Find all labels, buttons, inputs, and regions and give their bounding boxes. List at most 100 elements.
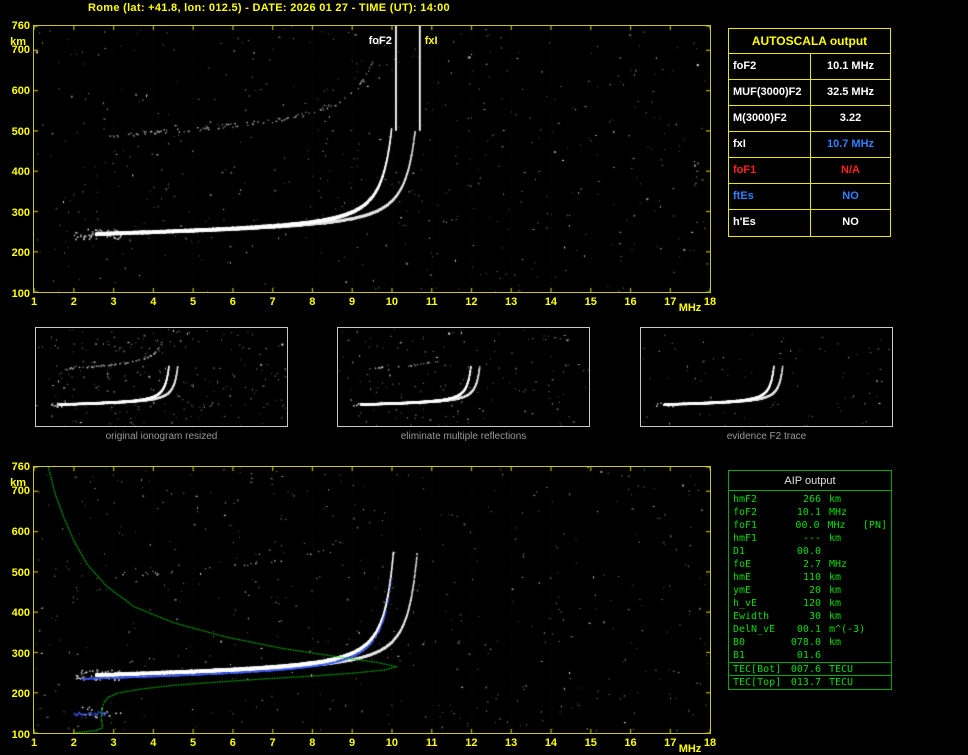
x-tick-label: 12 [465,737,478,749]
autoscala-row-value: 32.5 MHz [826,86,875,98]
aip-row-value: 078.0 [790,637,821,648]
x-tick-label: 11 [425,296,438,308]
x-tick-label: 14 [544,737,558,749]
y-tick-label: 400 [11,607,30,620]
aip-row-extra [865,597,887,610]
aip-row-unit: km [829,611,842,622]
x-tick-label: 5 [189,296,197,308]
page-title: Rome (lat: +41.8, lon: 012.5) - DATE: 20… [88,2,450,14]
autoscala-row-label: fxI [729,132,811,157]
aip-row-unit [821,649,865,662]
aip-row: hmE 110 km [729,571,891,584]
aip-row-label: B0 [733,637,746,648]
aip-row-label: B1 [733,650,746,661]
x-tick-label: 9 [349,296,356,308]
y-tick-label: 200 [11,688,30,701]
aip-row: hmF1 --- km [729,532,891,545]
x-tick-label: 6 [229,296,236,308]
autoscala-output-table: AUTOSCALA output foF2 10.1 MHz MUF(3000)… [728,28,891,237]
autoscala-row-value: 10.7 MHz [826,138,875,150]
x-tick-label: 13 [505,296,518,308]
thumbnail-caption: eliminate multiple reflections [400,431,527,442]
y-tick-label: 760 [11,461,30,473]
x-tick-label: 6 [229,737,236,749]
aip-row-value: 110 [802,572,821,583]
aip-row: DelN_vE 00.1 m^(-3) [729,623,891,636]
thumbnail-evidence-f2 [640,327,893,427]
table-row: foF1 N/A [729,158,890,184]
aip-row-unit: km [829,598,842,609]
autoscala-row-label: M(3000)F2 [729,106,811,131]
x-tick-label: 4 [150,296,157,308]
aip-row-unit: TECU [829,677,854,688]
aip-row: ymE 20 km [729,584,891,597]
x-tick-label: 10 [385,737,398,749]
autoscala-window: Rome (lat: +41.8, lon: 012.5) - DATE: 20… [0,0,968,755]
aip-row-value: 00.0 [796,546,821,557]
aip-row-unit: km [829,494,842,505]
thumbnail-eliminate-canvas [338,328,589,426]
aip-row-label: ymE [733,585,752,596]
aip-row-unit: km [829,533,842,544]
aip-row-unit [821,545,865,558]
x-tick-label: 3 [110,296,117,308]
aip-row-value: 007.6 [790,664,821,675]
y-tick-label: 500 [11,125,30,138]
aip-row: h_vE 120 km [729,597,891,610]
x-tick-label: 8 [309,737,316,749]
thumbnail-evidence-canvas [641,328,892,426]
autoscala-row-label: ftEs [729,184,811,209]
aip-row-label: D1 [733,546,746,557]
table-row: M(3000)F2 3.22 [729,106,890,132]
autoscala-row-label: foF1 [729,158,811,183]
x-tick-label: 13 [505,737,518,749]
aip-row-extra [865,636,887,649]
aip-row-extra [865,571,887,584]
x-tick-label: 4 [150,737,157,749]
x-tick-label: 16 [624,737,637,749]
x-tick-label: 14 [544,296,558,308]
aip-tec-row: TEC[Top] 013.7 TECU [729,675,891,688]
aip-row: B1 01.6 [729,649,891,662]
aip-row-label: TEC[Top] [733,677,782,688]
aip-row-value: 00.1 [796,624,821,635]
restored-ionogram-plot [33,466,711,734]
autoscala-row-value: 10.1 MHz [826,60,875,72]
aip-row-unit: MHz [829,559,848,570]
aip-row-label: Ewidth [733,611,770,622]
table-row: h'Es NO [729,210,890,236]
table-row: foF2 10.1 MHz [729,54,890,80]
thumbnail-caption: original ionogram resized [105,431,218,442]
aip-row-unit: km [829,585,842,596]
y-tick-label: 500 [11,566,30,579]
main-ionogram-plot [33,25,711,293]
aip-row: foF2 10.1 MHz [729,506,891,519]
y-axis-unit-label: km [10,477,26,489]
autoscala-row-label: h'Es [729,210,811,236]
aip-row-unit: km [829,637,842,648]
x-tick-label: 12 [465,296,478,308]
aip-row-label: TEC[Bot] [733,664,782,675]
x-tick-label: 2 [70,737,77,749]
aip-row-label: foE [733,559,752,570]
aip-row-value: 013.7 [790,677,821,688]
autoscala-row-value: NO [842,190,859,202]
aip-row: foF1 00.0 MHz [PN] [729,519,891,532]
thumbnail-caption: evidence F2 trace [726,431,807,442]
aip-row-unit: TECU [829,664,854,675]
fof2-marker-label: foF2 [368,35,392,47]
aip-row-value: 10.1 [796,507,821,518]
table-row: MUF(3000)F2 32.5 MHz [729,80,890,106]
x-tick-label: 1 [30,737,38,749]
autoscala-table-title: AUTOSCALA output [729,29,890,54]
autoscala-row-label: foF2 [729,54,811,79]
x-tick-label: 10 [385,296,398,308]
table-row: ftEs NO [729,184,890,210]
aip-row-value: --- [802,533,821,544]
y-tick-label: 600 [11,84,30,97]
aip-row-label: foF2 [733,507,758,518]
aip-row-label: hmF1 [733,533,758,544]
y-tick-label: 300 [11,206,30,219]
aip-row: B0 078.0 km [729,636,891,649]
aip-row-unit: m^(-3) [829,624,866,635]
